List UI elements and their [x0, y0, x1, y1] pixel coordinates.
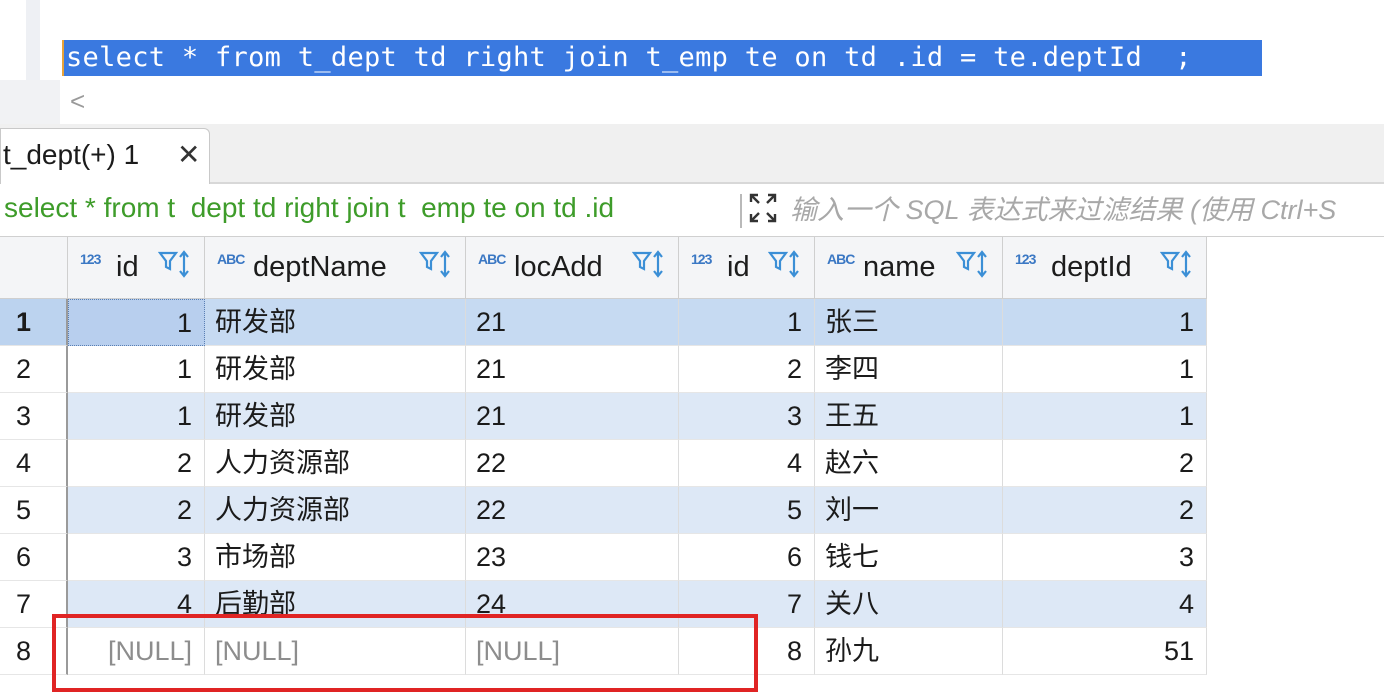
expand-icon[interactable]	[748, 192, 780, 226]
column-header-deptid[interactable]: 123 deptId	[1003, 237, 1207, 299]
column-header-name[interactable]: ABC name	[815, 237, 1003, 299]
text-type-icon: ABC	[478, 251, 506, 267]
row-number[interactable]: 1	[0, 299, 68, 346]
column-header-id[interactable]: 123 id	[68, 237, 205, 299]
number-type-icon: 123	[691, 251, 712, 267]
text-type-icon: ABC	[217, 251, 245, 267]
table-cell-id[interactable]: 1	[68, 299, 205, 346]
table-cell-locadd[interactable]: 22	[466, 487, 679, 534]
table-cell-deptid[interactable]: 1	[1003, 299, 1207, 346]
table-cell-deptname[interactable]: 研发部	[205, 346, 466, 393]
table-row[interactable]: 1 1 研发部 21 1 张三 1	[0, 299, 1384, 346]
table-cell-id[interactable]: 6	[679, 534, 815, 581]
table-cell-id[interactable]: 2	[68, 487, 205, 534]
table-row[interactable]: 5 2 人力资源部 22 5 刘一 2	[0, 487, 1384, 534]
table-cell-id[interactable]: 1	[679, 299, 815, 346]
filter-sort-icon[interactable]	[631, 249, 668, 286]
filter-separator	[740, 194, 742, 228]
expand-icon-glyph	[749, 193, 777, 223]
table-cell-id[interactable]: 3	[679, 393, 815, 440]
table-row[interactable]: 3 1 研发部 21 3 王五 1	[0, 393, 1384, 440]
row-number[interactable]: 2	[0, 346, 68, 393]
tab-results-label: t_dept(+) 1	[3, 139, 140, 170]
filter-sort-icon[interactable]	[1159, 249, 1196, 286]
row-number[interactable]: 5	[0, 487, 68, 534]
table-cell-id[interactable]: 2	[68, 440, 205, 487]
close-icon[interactable]: ✕	[177, 129, 200, 181]
table-cell-id[interactable]: 1	[68, 393, 205, 440]
number-type-icon: 123	[1015, 251, 1036, 267]
column-header-locadd[interactable]: ABC locAdd	[466, 237, 679, 299]
column-header-label: deptName	[253, 251, 387, 283]
table-cell-locadd[interactable]: 21	[466, 346, 679, 393]
column-header-label: id	[116, 251, 139, 283]
table-cell-id[interactable]: 5	[679, 487, 815, 534]
filter-sort-icon[interactable]	[767, 249, 804, 286]
column-header-id[interactable]: 123 id	[679, 237, 815, 299]
grid-empty-area	[1207, 299, 1384, 700]
table-cell-name[interactable]: 关八	[815, 581, 1003, 628]
row-number[interactable]: 4	[0, 440, 68, 487]
sql-statement[interactable]: select * from t_dept td right join t_emp…	[64, 40, 1262, 76]
table-cell-name[interactable]: 孙九	[815, 628, 1003, 675]
table-cell-locadd[interactable]: 23	[466, 534, 679, 581]
tab-results[interactable]: t_dept(+) 1 ✕	[0, 128, 210, 184]
filter-input[interactable]	[790, 190, 1384, 230]
table-cell-deptid[interactable]: 2	[1003, 440, 1207, 487]
editor-gutter-bar	[26, 0, 40, 80]
table-cell-locadd[interactable]: 21	[466, 299, 679, 346]
filter-query-text: select * from t dept td right join t emp…	[4, 192, 615, 223]
table-cell-deptid[interactable]: 3	[1003, 534, 1207, 581]
editor-horizontal-scroll[interactable]: <	[0, 80, 1384, 124]
table-row[interactable]: 4 2 人力资源部 22 4 赵六 2	[0, 440, 1384, 487]
scroll-left-icon[interactable]: <	[70, 86, 85, 117]
filter-sort-icon[interactable]	[418, 249, 455, 286]
table-cell-deptname[interactable]: 研发部	[205, 299, 466, 346]
row-number-header	[0, 237, 68, 299]
table-cell-name[interactable]: 王五	[815, 393, 1003, 440]
table-cell-deptname[interactable]: 人力资源部	[205, 440, 466, 487]
table-cell-locadd[interactable]: 21	[466, 393, 679, 440]
null-rows-highlight-box	[52, 614, 758, 692]
column-header-label: locAdd	[514, 251, 603, 283]
table-cell-deptid[interactable]: 4	[1003, 581, 1207, 628]
table-cell-name[interactable]: 赵六	[815, 440, 1003, 487]
scroll-left-pad	[0, 80, 60, 124]
table-cell-id[interactable]: 1	[68, 346, 205, 393]
column-header-deptname[interactable]: ABC deptName	[205, 237, 466, 299]
table-cell-locadd[interactable]: 22	[466, 440, 679, 487]
table-cell-name[interactable]: 钱七	[815, 534, 1003, 581]
row-number[interactable]: 6	[0, 534, 68, 581]
table-row[interactable]: 2 1 研发部 21 2 李四 1	[0, 346, 1384, 393]
sql-editor[interactable]: select * from t_dept td right join t_emp…	[0, 0, 1384, 80]
row-number[interactable]: 3	[0, 393, 68, 440]
table-cell-deptid[interactable]: 2	[1003, 487, 1207, 534]
table-cell-id[interactable]: 4	[679, 440, 815, 487]
table-cell-name[interactable]: 刘一	[815, 487, 1003, 534]
table-cell-id[interactable]: 2	[679, 346, 815, 393]
filter-bar: select * from t dept td right join t emp…	[0, 184, 1384, 237]
table-cell-deptname[interactable]: 人力资源部	[205, 487, 466, 534]
filter-sort-icon[interactable]	[157, 249, 194, 286]
text-type-icon: ABC	[827, 251, 855, 267]
table-cell-deptid[interactable]: 1	[1003, 393, 1207, 440]
table-cell-deptname[interactable]: 研发部	[205, 393, 466, 440]
table-cell-name[interactable]: 张三	[815, 299, 1003, 346]
table-cell-deptid[interactable]: 51	[1003, 628, 1207, 675]
table-cell-name[interactable]: 李四	[815, 346, 1003, 393]
number-type-icon: 123	[80, 251, 101, 267]
table-cell-deptname[interactable]: 市场部	[205, 534, 466, 581]
table-cell-id[interactable]: 3	[68, 534, 205, 581]
table-row[interactable]: 6 3 市场部 23 6 钱七 3	[0, 534, 1384, 581]
column-header-label: name	[863, 251, 936, 283]
column-header-label: deptId	[1051, 251, 1132, 283]
results-tabbar: t_dept(+) 1 ✕	[0, 124, 1384, 184]
table-cell-deptid[interactable]: 1	[1003, 346, 1207, 393]
column-header-label: id	[727, 251, 750, 283]
filter-sort-icon[interactable]	[955, 249, 992, 286]
